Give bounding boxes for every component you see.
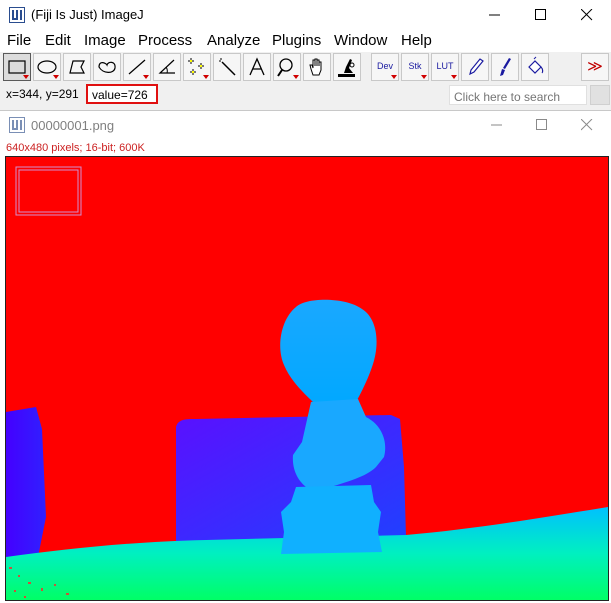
tool-menu-indicator (293, 75, 299, 79)
tool-menu-indicator (23, 75, 29, 79)
cursor-coordinates: x=344, y=291 (6, 87, 79, 101)
menu-plugins[interactable]: Plugins (272, 32, 321, 49)
more-tools-button[interactable]: ≫ (581, 53, 609, 81)
angle-tool[interactable] (153, 53, 181, 81)
close-button[interactable] (564, 0, 610, 30)
tool-menu-indicator (451, 75, 457, 79)
close-icon (581, 119, 593, 131)
tool-menu-indicator (143, 75, 149, 79)
lut-menu-tool[interactable]: LUT (431, 53, 459, 81)
polygon-icon (69, 60, 85, 74)
status-bar: x=344, y=291 value=726 (0, 83, 611, 107)
imagej-app-icon (9, 7, 25, 23)
more-tools-icon: ≫ (587, 58, 603, 75)
image-info: 640x480 pixels; 16-bit; 600K (6, 142, 145, 154)
angle-icon (158, 59, 175, 74)
menu-help[interactable]: Help (401, 32, 432, 49)
tool-menu-indicator (421, 75, 427, 79)
maximize-button[interactable] (518, 0, 564, 30)
tool-menu-indicator (53, 75, 59, 79)
menu-analyze[interactable]: Analyze (207, 32, 260, 49)
image-title-bar[interactable]: 00000001.png (0, 111, 611, 139)
menu-window[interactable]: Window (334, 32, 387, 49)
minimize-icon (491, 124, 502, 126)
freehand-tool[interactable] (93, 53, 121, 81)
pencil-tool[interactable] (461, 53, 489, 81)
developer-menu-tool[interactable]: Dev (371, 53, 399, 81)
menu-file[interactable]: File (7, 32, 31, 49)
menu-process[interactable]: Process (138, 32, 192, 49)
stk-label: Stk (408, 61, 422, 71)
rectangle-tool[interactable] (3, 53, 31, 81)
freehand-icon (98, 61, 116, 73)
line-tool[interactable] (123, 53, 151, 81)
wand-tool[interactable] (213, 53, 241, 81)
paintbrush-icon (500, 58, 511, 76)
stack-menu-tool[interactable]: Stk (401, 53, 429, 81)
lut-label: LUT (436, 61, 454, 71)
imagej-app-icon (9, 117, 25, 133)
menu-bar: File Edit Image Process Analyze Plugins … (0, 30, 611, 52)
microscope-icon (338, 59, 355, 77)
polygon-tool[interactable] (63, 53, 91, 81)
tool-menu-indicator (391, 75, 397, 79)
image-maximize-button[interactable] (520, 111, 564, 139)
oval-tool[interactable] (33, 53, 61, 81)
paint-bucket-icon (528, 56, 544, 74)
text-tool[interactable] (243, 53, 271, 81)
minimize-icon (489, 14, 500, 16)
tool-menu-indicator (203, 75, 209, 79)
maximize-icon (536, 119, 547, 130)
image-close-button[interactable] (565, 111, 609, 139)
dev-label: Dev (376, 61, 393, 71)
depth-image[interactable] (6, 157, 608, 600)
image-window: 00000001.png 640x480 pixels; 16-bit; 600… (0, 110, 611, 603)
flood-fill-tool[interactable] (521, 53, 549, 81)
search-input[interactable] (449, 85, 587, 105)
text-icon (249, 57, 265, 76)
zoom-tool[interactable] (273, 53, 301, 81)
search-button[interactable] (590, 85, 610, 105)
pixel-value: value=726 (92, 88, 148, 102)
imagej-window: (Fiji Is Just) ImageJ File Edit Image Pr… (0, 0, 611, 603)
image-window-title: 00000001.png (31, 118, 115, 133)
point-tool[interactable] (183, 53, 211, 81)
window-title: (Fiji Is Just) ImageJ (31, 7, 144, 22)
pixel-value-highlight: value=726 (86, 84, 158, 104)
hand-icon (309, 58, 322, 76)
image-minimize-button[interactable] (475, 111, 519, 139)
toolbar: Dev Stk LUT ≫ (0, 52, 611, 83)
menu-image[interactable]: Image (84, 32, 126, 49)
pencil-icon (469, 58, 484, 76)
menu-edit[interactable]: Edit (45, 32, 71, 49)
color-picker-tool[interactable] (333, 53, 361, 81)
minimize-button[interactable] (472, 0, 518, 30)
maximize-icon (535, 9, 546, 20)
main-title-bar[interactable]: (Fiji Is Just) ImageJ (0, 0, 611, 30)
scroll-tool[interactable] (303, 53, 331, 81)
image-canvas[interactable] (5, 156, 609, 601)
brush-tool[interactable] (491, 53, 519, 81)
close-icon (581, 9, 593, 21)
magic-wand-icon (219, 58, 236, 76)
